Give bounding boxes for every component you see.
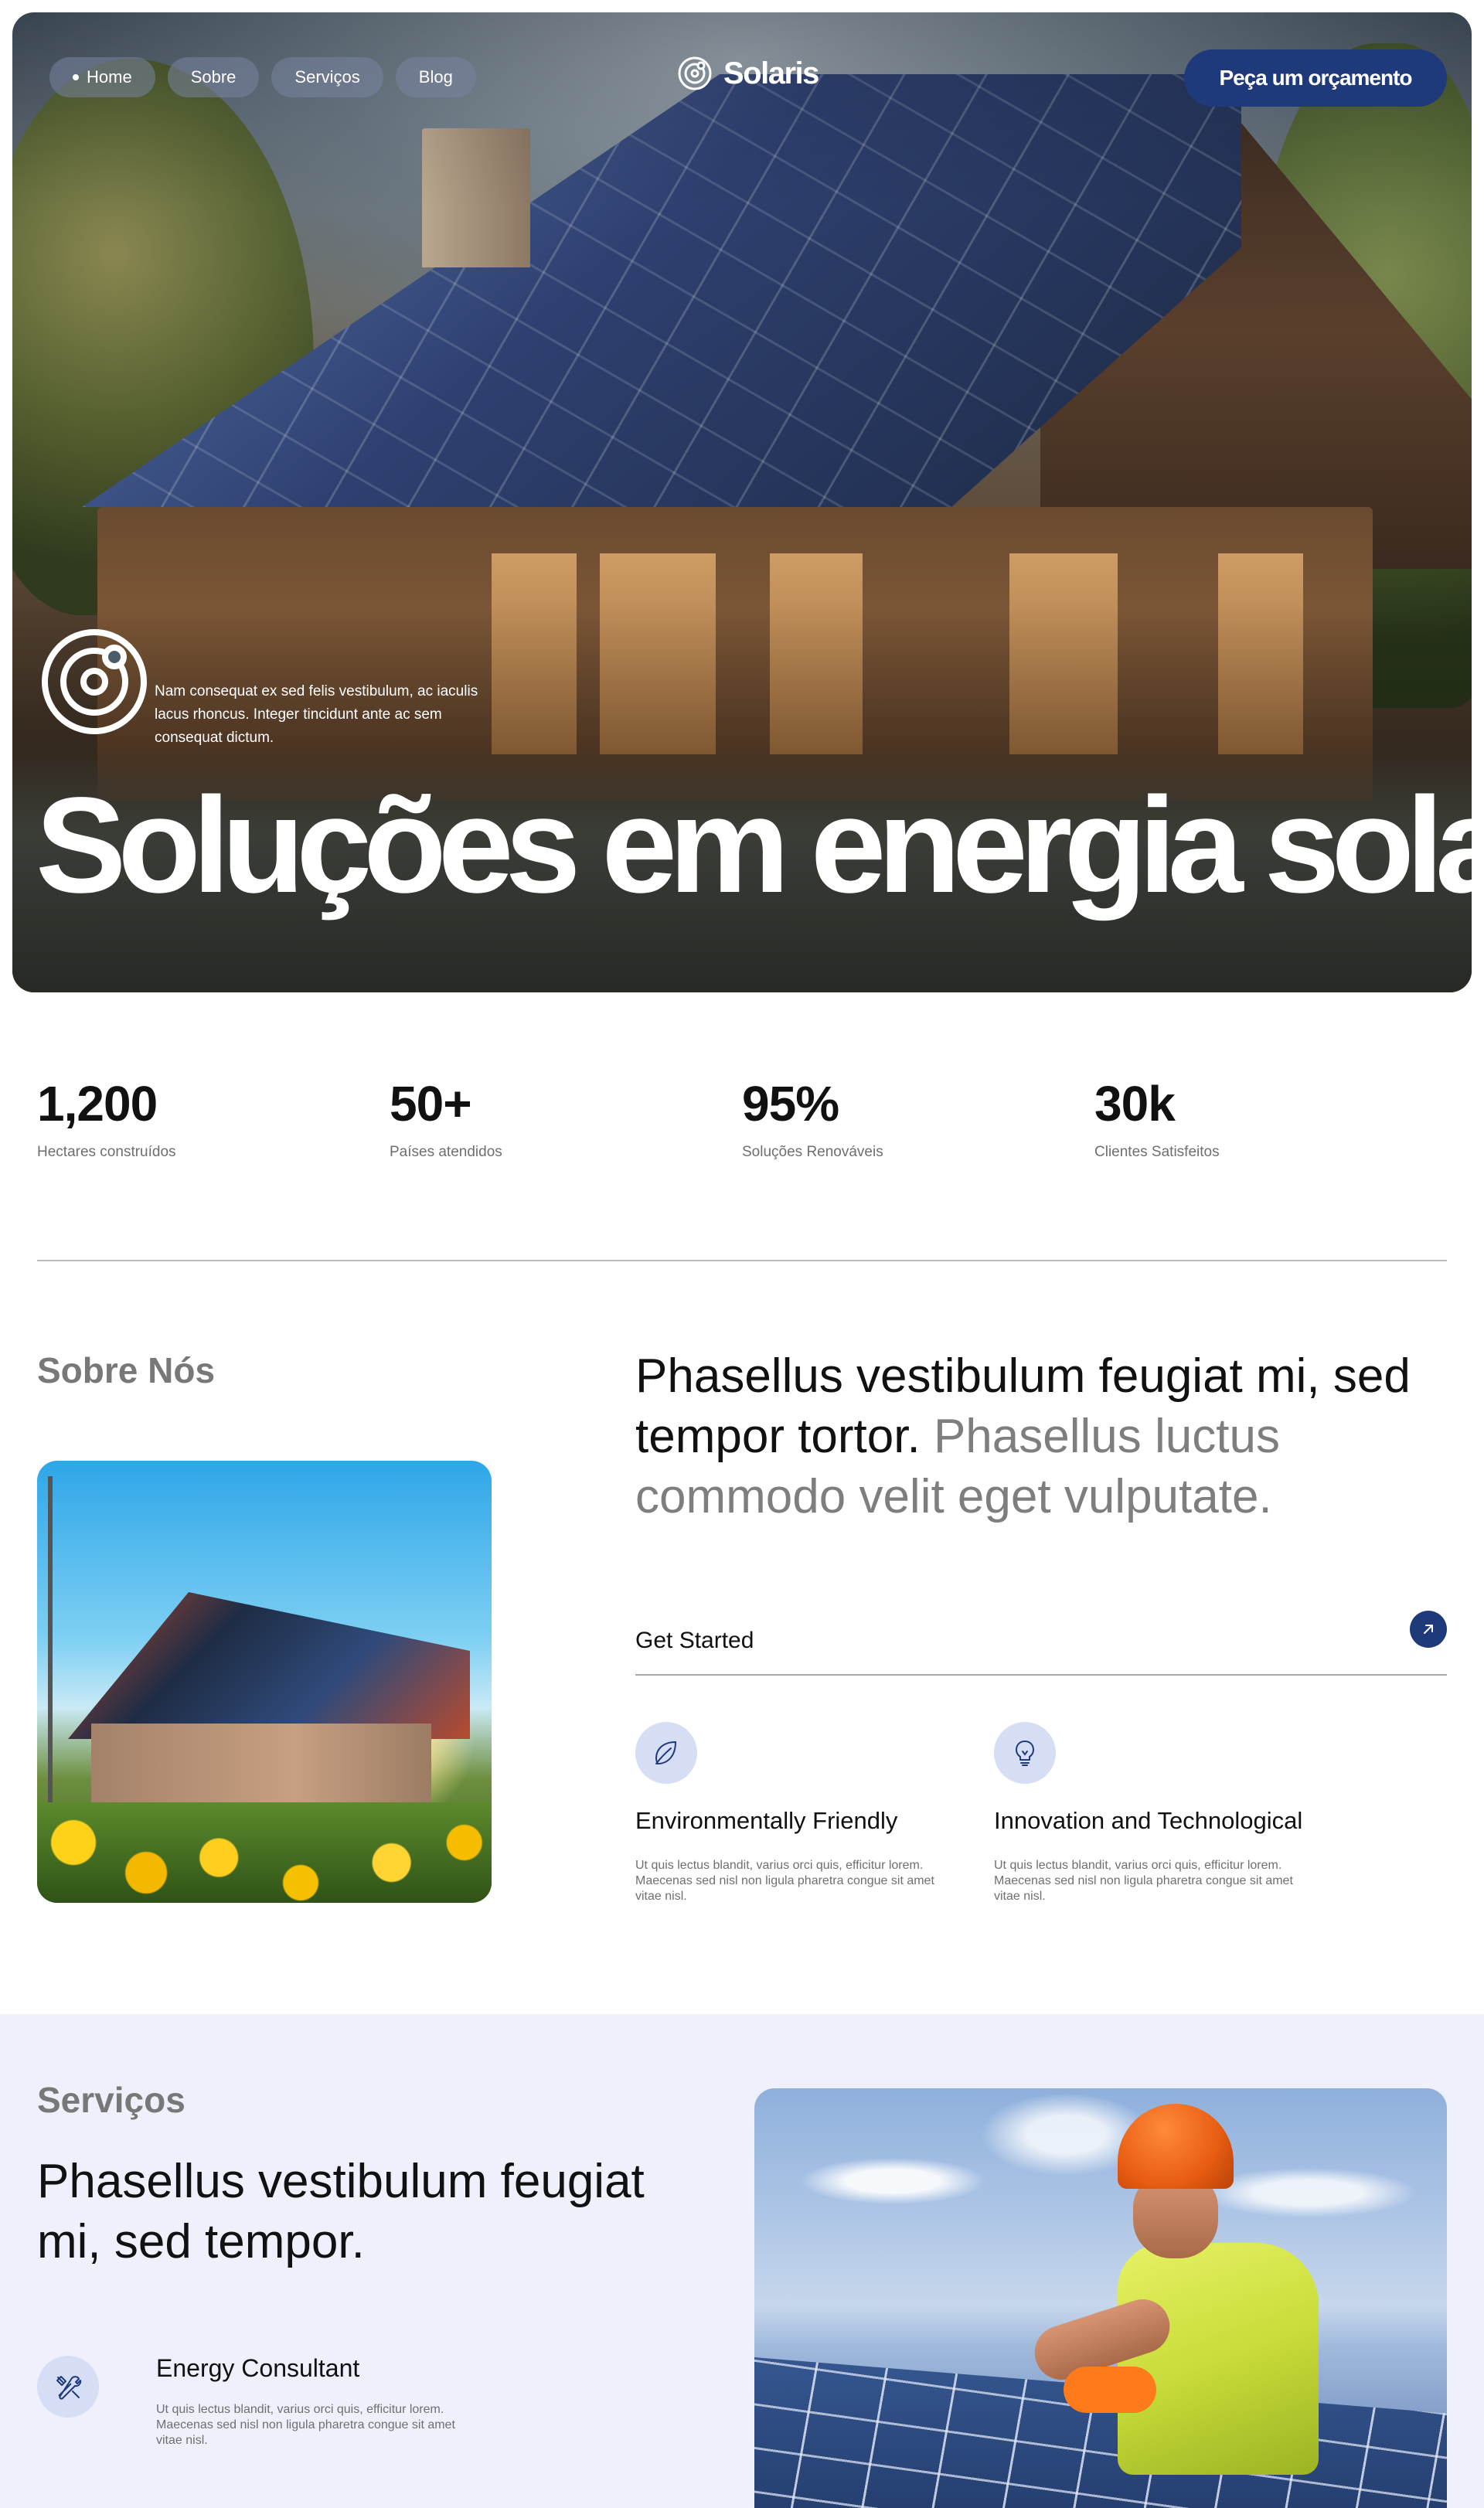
solaris-logo-icon <box>678 56 712 90</box>
feature-item: Environmentally Friendly Ut quis lectus … <box>635 1722 960 1904</box>
hero-section: Home Sobre Serviços Blog Solaris Peça um… <box>12 12 1472 992</box>
nav-item-servicos[interactable]: Serviços <box>271 57 383 97</box>
lightbulb-icon <box>1016 1741 1034 1766</box>
stats-row: 1,200 Hectares construídos 50+ Países at… <box>37 1074 1447 1161</box>
section-divider <box>37 1260 1447 1261</box>
tools-icon <box>56 2376 82 2400</box>
stat-value: 95% <box>742 1076 839 1131</box>
brand-logo[interactable]: Solaris <box>677 56 819 91</box>
solaris-emblem-icon <box>42 629 147 734</box>
brand-name: Solaris <box>723 56 819 90</box>
nav-item-label: Blog <box>418 67 453 87</box>
hero-title: Soluções em energia solar <box>36 770 1472 921</box>
stat-label: Países atendidos <box>390 1144 502 1160</box>
about-image <box>37 1461 492 1903</box>
services-image <box>754 2088 1447 2508</box>
main-nav: Home Sobre Serviços Blog <box>49 57 476 97</box>
get-started-arrow-button[interactable] <box>1410 1611 1447 1648</box>
feature-icon-badge <box>635 1722 697 1784</box>
hero-intro-text: Nam consequat ex sed felis vestibulum, a… <box>155 683 478 746</box>
service-desc: Ut quis lectus blandit, varius orci quis… <box>156 2403 455 2447</box>
get-started-label: Get Started <box>635 1628 754 1653</box>
feature-icon-badge <box>994 1722 1056 1784</box>
get-started-link[interactable]: Get Started <box>635 1608 1447 1676</box>
worker-glove <box>1064 2367 1156 2413</box>
services-lead: Phasellus vestibulum feugiat mi, sed tem… <box>37 2155 645 2268</box>
stat-item: 1,200 Hectares construídos <box>37 1074 390 1161</box>
stat-item: 95% Soluções Renováveis <box>742 1074 1094 1161</box>
quote-button[interactable]: Peça um orçamento <box>1184 49 1447 107</box>
feature-desc: Ut quis lectus blandit, varius orci quis… <box>635 1859 934 1903</box>
service-icon-badge <box>37 2356 99 2418</box>
worker-safety-vest <box>1118 2243 1319 2475</box>
feature-title: Innovation and Technological <box>994 1807 1303 1834</box>
flower-field <box>37 1802 492 1903</box>
nav-item-label: Sobre <box>190 67 237 87</box>
stat-item: 30k Clientes Satisfeitos <box>1094 1074 1447 1161</box>
stat-value: 30k <box>1094 1076 1176 1131</box>
feature-title: Environmentally Friendly <box>635 1807 898 1834</box>
about-heading: Sobre Nós <box>37 1350 216 1390</box>
nav-item-sobre[interactable]: Sobre <box>167 57 260 97</box>
stat-value: 50+ <box>390 1076 472 1131</box>
house-solar-roof <box>68 1592 470 1739</box>
active-dot-icon <box>73 74 79 80</box>
services-heading: Serviços <box>37 2080 186 2120</box>
stat-item: 50+ Países atendidos <box>390 1074 742 1161</box>
hero-intro: Nam consequat ex sed felis vestibulum, a… <box>39 626 487 750</box>
nav-item-label: Serviços <box>294 67 360 87</box>
stat-value: 1,200 <box>37 1076 158 1131</box>
stat-label: Clientes Satisfeitos <box>1094 1144 1220 1160</box>
nav-item-blog[interactable]: Blog <box>395 57 476 97</box>
arrow-up-right-icon <box>1424 1625 1433 1634</box>
sky-clouds <box>754 2088 1447 2320</box>
stat-label: Hectares construídos <box>37 1144 176 1160</box>
nav-item-label: Home <box>87 67 132 87</box>
feature-item: Innovation and Technological Ut quis lec… <box>994 1722 1319 1904</box>
about-lead: Phasellus vestibulum feugiat mi, sed tem… <box>635 1346 1455 1527</box>
stat-label: Soluções Renováveis <box>742 1144 883 1160</box>
power-pylon <box>48 1476 53 1816</box>
nav-item-home[interactable]: Home <box>49 57 155 97</box>
leaf-icon <box>655 1741 677 1765</box>
feature-desc: Ut quis lectus blandit, varius orci quis… <box>994 1859 1293 1903</box>
service-title: Energy Consultant <box>156 2354 360 2382</box>
